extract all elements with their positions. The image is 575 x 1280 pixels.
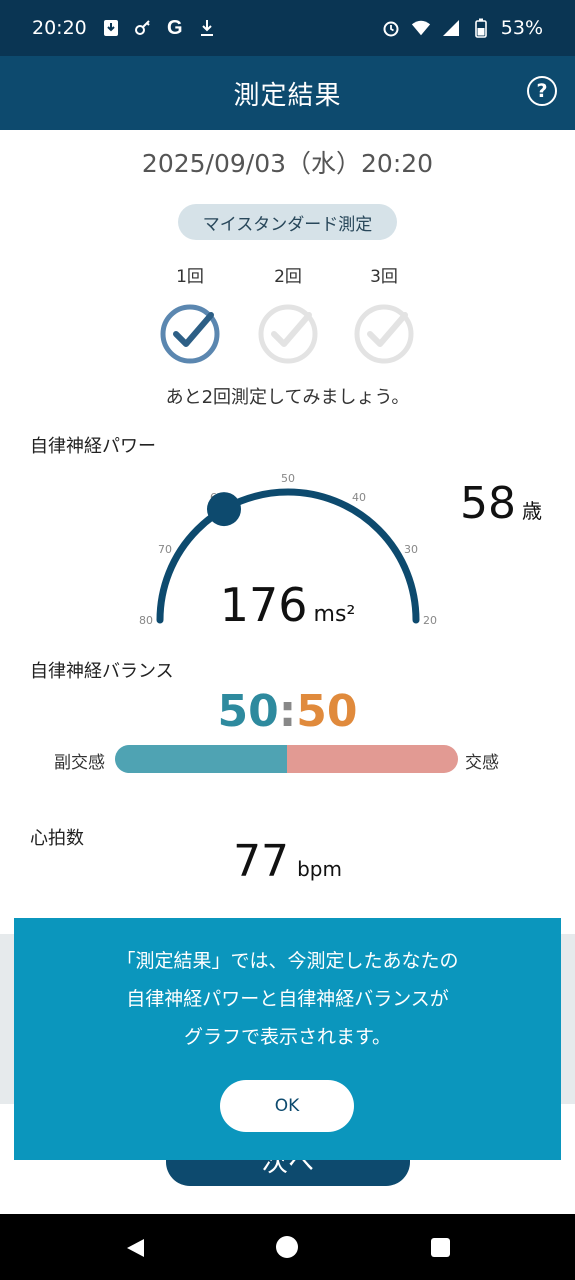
dialog-line: グラフで表示されます。	[183, 1026, 392, 1048]
gauge-tick-label: 30	[404, 543, 418, 556]
recent-apps-icon[interactable]	[431, 1238, 450, 1257]
gauge-tick-label: 40	[352, 491, 366, 504]
download-icon	[197, 18, 217, 38]
gauge-tick-label: 50	[281, 472, 295, 485]
status-right-icons: 53%	[381, 17, 543, 39]
measurement-datetime: 2025/09/03（水）20:20	[141, 149, 434, 178]
dialog-line: 「測定結果」では、今測定したあなたの	[116, 950, 459, 972]
system-nav-bar	[0, 1214, 575, 1280]
parasympathetic-segment	[115, 745, 287, 773]
power-label: 自律神経パワー	[30, 436, 156, 457]
signal-icon	[441, 18, 461, 38]
download-box-icon	[101, 18, 121, 38]
key-icon	[133, 18, 153, 38]
heart-rate-display: 77 bpm	[0, 836, 575, 887]
check-pending-icon	[258, 304, 318, 364]
parasympathetic-label: 副交感	[54, 753, 105, 773]
check-pending-icon	[354, 304, 414, 364]
gauge-tick-label: 70	[158, 543, 172, 556]
app-header: 測定結果 ?	[0, 56, 575, 130]
sympathetic-segment	[286, 745, 458, 773]
dialog-line: 自律神経パワーと自律神経バランスが	[126, 988, 449, 1010]
attempt-label: 1回	[176, 267, 204, 287]
gauge-marker	[207, 492, 241, 527]
sympathetic-value: 50	[296, 686, 358, 737]
power-value: 176	[219, 578, 308, 632]
wifi-icon	[411, 18, 431, 38]
back-icon[interactable]	[124, 1237, 146, 1259]
balance-bar	[115, 745, 458, 773]
power-display: 176 ms²	[0, 578, 575, 632]
balance-display: 50:50	[0, 686, 575, 737]
attempt-3: 3回	[344, 262, 424, 369]
attempt-2: 2回	[248, 262, 328, 369]
attempt-label: 2回	[274, 267, 302, 287]
check-done-icon	[160, 304, 220, 364]
mode-badge: マイスタンダード測定	[178, 204, 397, 240]
parasympathetic-value: 50	[217, 686, 279, 737]
status-bar: 20:20 G 53%	[0, 0, 575, 56]
status-left-icons: G	[101, 16, 217, 39]
battery-icon	[471, 18, 491, 38]
tutorial-dialog: 「測定結果」では、今測定したあなたの 自律神経パワーと自律神経バランスが グラフ…	[14, 918, 561, 1160]
age-display: 58 歳	[460, 478, 542, 529]
age-unit: 歳	[522, 499, 542, 523]
status-time: 20:20	[32, 17, 87, 39]
attempt-1: 1回	[150, 262, 230, 369]
balance-separator: :	[278, 686, 297, 737]
ok-label: OK	[274, 1096, 300, 1116]
ok-button[interactable]: OK	[220, 1080, 354, 1132]
home-icon[interactable]	[276, 1236, 298, 1258]
heart-rate-value: 77	[233, 836, 290, 887]
dialog-message: 「測定結果」では、今測定したあなたの 自律神経パワーと自律神経バランスが グラフ…	[14, 942, 561, 1056]
page-title: 測定結果	[233, 80, 342, 111]
google-icon: G	[166, 16, 183, 39]
heart-rate-unit: bpm	[297, 857, 342, 881]
balance-label: 自律神経バランス	[30, 661, 174, 682]
power-unit: ms²	[313, 602, 356, 627]
mode-label: マイスタンダード測定	[202, 214, 373, 235]
attempt-label: 3回	[370, 267, 398, 287]
sympathetic-label: 交感	[465, 753, 499, 773]
help-button[interactable]: ?	[527, 76, 557, 106]
age-value: 58	[460, 478, 516, 529]
help-icon: ?	[536, 80, 548, 102]
battery-percent: 53%	[500, 17, 543, 39]
alarm-icon	[381, 18, 401, 38]
hint-text: あと2回測定してみましょう。	[165, 387, 410, 408]
